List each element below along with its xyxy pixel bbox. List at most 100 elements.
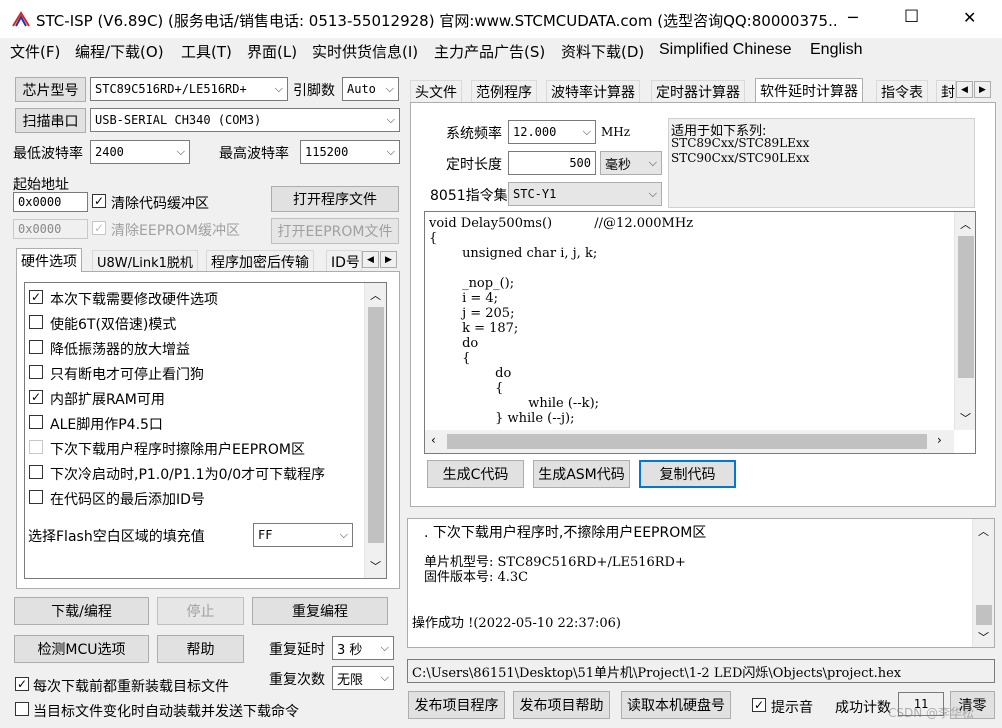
file-path-field[interactable]: C:\Users\86151\Desktop\51单片机\Project\1-2… (407, 659, 995, 683)
duration-input[interactable]: 500 (508, 151, 596, 175)
clear-eeprom-checkbox[interactable]: ✓ (92, 221, 106, 235)
hw-option-checkbox[interactable] (29, 440, 43, 454)
hw-option-checkbox[interactable] (29, 465, 43, 479)
detect-mcu-button[interactable]: 检测MCU选项 (14, 635, 149, 663)
duration-unit: 毫秒 (605, 157, 632, 173)
scroll-thumb[interactable] (447, 434, 927, 449)
scroll-thumb[interactable] (958, 236, 974, 378)
scroll-right-icon[interactable]: › (937, 433, 942, 447)
tab-baud-calculator[interactable]: 波特率计算器 (546, 80, 640, 102)
system-frequency-label: 系统频率 (446, 126, 502, 142)
isa-label: 8051指令集 (430, 188, 508, 204)
tab-header-file[interactable]: 头文件 (410, 80, 462, 102)
chip-model-select[interactable]: STC89C516RD+/LE516RD+ ⌵ (90, 77, 288, 101)
reload-checkbox[interactable]: ✓ (15, 677, 29, 691)
hw-option-checkbox[interactable]: ✓ (29, 290, 43, 304)
scroll-down-icon[interactable]: ﹀ (978, 629, 989, 645)
code-horizontal-scrollbar[interactable]: ‹ › (425, 430, 954, 453)
menu-supply[interactable]: 实时供货信息(I) (312, 41, 418, 62)
help-button[interactable]: 帮助 (157, 635, 244, 663)
tab-scroll-right-icon[interactable]: ▶ (380, 251, 397, 268)
fill-value-select[interactable]: FF ⌵ (253, 523, 353, 547)
chip-model-button[interactable]: 芯片型号 (15, 77, 86, 102)
pins-select[interactable]: Auto ⌵ (342, 77, 399, 101)
scroll-up-icon[interactable]: ︿ (960, 216, 971, 232)
tab-encrypted-transfer[interactable]: 程序加密后传输 (206, 250, 314, 272)
autosend-checkbox[interactable] (15, 702, 29, 716)
isa-select[interactable]: STC-Y1 ⌵ (508, 182, 662, 206)
tab-instruction-table[interactable]: 指令表 (876, 80, 928, 102)
log-scrollbar[interactable]: ︿ ﹀ (972, 519, 994, 647)
tab-u8w-offline[interactable]: U8W/Link1脱机 (92, 250, 198, 272)
scan-port-button[interactable]: 扫描串口 (15, 108, 86, 133)
download-program-button[interactable]: 下载/编程 (14, 597, 149, 625)
read-disk-id-button[interactable]: 读取本机硬盘号 (621, 691, 731, 719)
generate-asm-button[interactable]: 生成ASM代码 (533, 460, 630, 488)
publish-help-button[interactable]: 发布项目帮助 (513, 691, 610, 719)
hw-option-checkbox[interactable]: ✓ (29, 390, 43, 404)
repeat-delay-select[interactable]: 3 秒 ⌵ (332, 636, 394, 660)
code-vertical-scrollbar[interactable]: ︿ ﹀ (954, 212, 975, 430)
autosend-label: 当目标文件变化时自动装载并发送下载命令 (33, 704, 299, 720)
prompt-sound-checkbox[interactable]: ✓ (752, 698, 766, 712)
right-tab-scroll-right-icon[interactable]: ▶ (974, 81, 991, 98)
menu-program[interactable]: 编程/下载(O) (75, 41, 164, 62)
close-icon[interactable]: ✕ (963, 8, 976, 27)
tab-id-number[interactable]: ID号 (326, 250, 362, 272)
eeprom-address-input[interactable]: 0x0000 (13, 219, 88, 239)
tab-timer-calculator[interactable]: 定时器计算器 (651, 80, 745, 102)
hw-option-checkbox[interactable] (29, 490, 43, 504)
port-select[interactable]: USB-SERIAL CH340 (COM3) ⌵ (90, 108, 400, 132)
fill-value: FF (258, 528, 273, 542)
system-frequency-select[interactable]: 12.000 ⌵ (508, 120, 596, 144)
minimize-icon[interactable]: ─ (848, 8, 858, 27)
scroll-down-icon[interactable]: ﹀ (960, 410, 971, 426)
copy-code-button[interactable]: 复制代码 (639, 460, 736, 488)
max-baud-select[interactable]: 115200 ⌵ (300, 140, 400, 164)
tab-scroll-left-icon[interactable]: ◀ (362, 251, 379, 268)
chevron-down-icon: ⌵ (176, 145, 185, 158)
maximize-icon[interactable]: ☐ (904, 7, 919, 27)
open-eeprom-button[interactable]: 打开EEPROM文件 (271, 218, 399, 244)
scroll-up-icon[interactable]: ︿ (370, 287, 381, 303)
hw-option-label: 内部扩展RAM可用 (50, 392, 165, 408)
publish-project-button[interactable]: 发布项目程序 (408, 691, 505, 719)
scroll-down-icon[interactable]: ﹀ (370, 558, 381, 574)
repeat-delay-value: 3 秒 (337, 642, 363, 658)
menu-english[interactable]: English (810, 41, 862, 59)
scroll-up-icon[interactable]: ︿ (978, 523, 989, 539)
stop-button[interactable]: 停止 (157, 597, 244, 625)
repeat-program-button[interactable]: 重复编程 (252, 597, 388, 625)
menu-interface[interactable]: 界面(L) (247, 41, 297, 62)
tab-package[interactable]: 封 (936, 80, 956, 102)
options-scrollbar[interactable]: ︿ ﹀ (364, 283, 386, 578)
repeat-count-select[interactable]: 无限 ⌵ (332, 666, 394, 690)
min-baud-select[interactable]: 2400 ⌵ (90, 140, 190, 164)
menu-download[interactable]: 资料下载(D) (561, 41, 644, 62)
tab-delay-calculator[interactable]: 软件延时计算器 (755, 78, 863, 102)
code-line: unsigned char i, j, k; (429, 246, 598, 261)
scroll-thumb[interactable] (368, 307, 384, 543)
scroll-left-icon[interactable]: ‹ (431, 433, 436, 447)
code-text: void Delay500ms() //@12.000MHz{ unsigned… (429, 216, 949, 429)
menu-file[interactable]: 文件(F) (10, 41, 60, 62)
hw-option-checkbox[interactable] (29, 315, 43, 329)
hw-option-checkbox[interactable] (29, 340, 43, 354)
generate-c-button[interactable]: 生成C代码 (427, 460, 524, 488)
duration-unit-select[interactable]: 毫秒 ⌵ (600, 151, 662, 175)
menu-tools[interactable]: 工具(T) (181, 41, 232, 62)
clear-code-checkbox[interactable]: ✓ (92, 194, 106, 208)
menu-ads[interactable]: 主力产品广告(S) (434, 41, 545, 62)
code-address-input[interactable]: 0x0000 (13, 192, 88, 212)
tab-example-programs[interactable]: 范例程序 (471, 80, 537, 102)
menu-simplified-chinese[interactable]: Simplified Chinese (659, 41, 792, 59)
hw-option-checkbox[interactable] (29, 365, 43, 379)
hw-option-checkbox[interactable] (29, 415, 43, 429)
code-editor[interactable]: void Delay500ms() //@12.000MHz{ unsigned… (424, 211, 976, 454)
scroll-thumb[interactable] (976, 605, 992, 625)
right-tab-scroll-left-icon[interactable]: ◀ (956, 81, 973, 98)
fill-value-label: 选择Flash空白区域的填充值 (28, 529, 205, 545)
code-line: } while (--j); (429, 411, 575, 426)
tab-hardware-options[interactable]: 硬件选项 (16, 248, 82, 272)
open-program-button[interactable]: 打开程序文件 (271, 186, 399, 212)
